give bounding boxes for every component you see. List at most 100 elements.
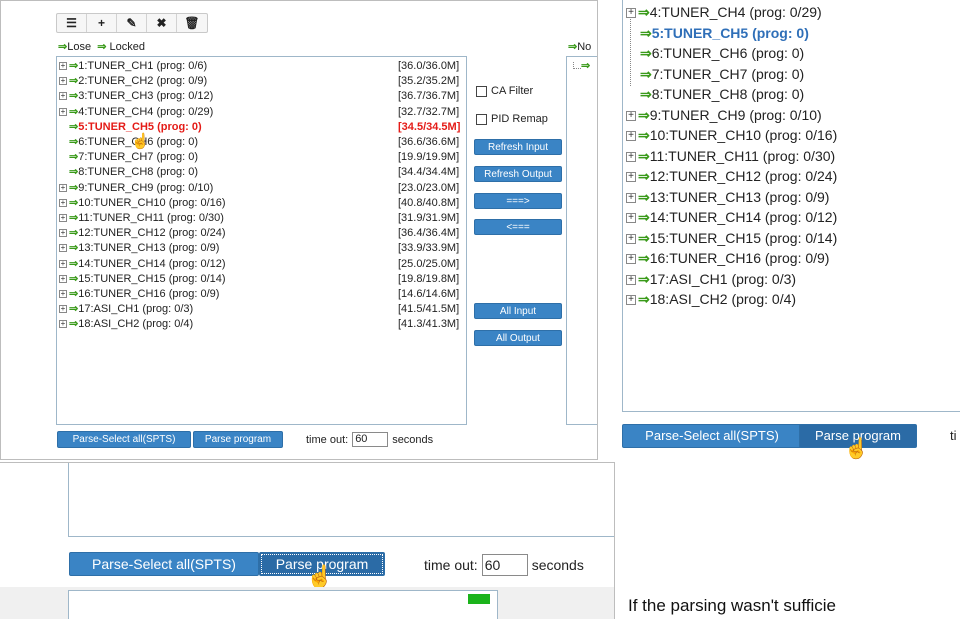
locked-arrow-icon: ⇒ bbox=[638, 127, 650, 143]
locked-arrow-icon: ⇒ bbox=[69, 212, 79, 224]
expand-icon[interactable]: + bbox=[59, 320, 67, 329]
expand-icon[interactable]: + bbox=[626, 274, 636, 285]
channel-bitrate: [40.8/40.8M] bbox=[398, 196, 460, 209]
zoomed-tree-box-bottom[interactable] bbox=[68, 463, 614, 537]
channel-name: 8:TUNER_CH8 (prog: 0) bbox=[651, 86, 805, 102]
channel-row[interactable]: + ⇒15:TUNER_CH15 (prog: 0/14) bbox=[626, 230, 837, 247]
channel-row[interactable]: ⇒7:TUNER_CH7 (prog: 0) bbox=[640, 66, 804, 83]
expand-icon[interactable]: + bbox=[626, 254, 636, 265]
refresh-input-button[interactable]: Refresh Input bbox=[474, 139, 562, 155]
all-input-button[interactable]: All Input bbox=[474, 303, 562, 319]
delete-x-icon[interactable]: ✖ bbox=[147, 14, 177, 32]
channel-row[interactable]: ⇒6:TUNER_CH6 (prog: 0) bbox=[640, 45, 804, 62]
locked-arrow-icon: ⇒ bbox=[638, 147, 650, 164]
expand-icon[interactable]: + bbox=[59, 92, 67, 101]
edit-icon[interactable]: ✎ bbox=[117, 14, 147, 32]
parse-select-all-button[interactable]: Parse-Select all(SPTS) bbox=[57, 431, 191, 448]
parse-select-all-button[interactable]: Parse-Select all(SPTS) bbox=[69, 552, 259, 576]
refresh-output-button[interactable]: Refresh Output bbox=[474, 166, 562, 182]
channel-name: 11:TUNER_CH11 (prog: 0/30) bbox=[78, 212, 224, 224]
channel-bitrate: [36.7/36.7M] bbox=[398, 90, 460, 103]
channel-row[interactable]: + ⇒11:TUNER_CH11 (prog: 0/30) bbox=[626, 148, 835, 165]
timeout-setting: time out: 60 seconds bbox=[424, 553, 584, 577]
channel-row[interactable]: + ⇒16:TUNER_CH16 (prog: 0/9) bbox=[59, 287, 219, 301]
parse-select-all-button[interactable]: Parse-Select all(SPTS) bbox=[622, 424, 802, 448]
expand-icon[interactable]: + bbox=[59, 305, 67, 314]
expand-icon[interactable]: + bbox=[626, 213, 636, 224]
channel-bitrate: [19.9/19.9M] bbox=[398, 151, 460, 164]
channel-row[interactable]: + ⇒4:TUNER_CH4 (prog: 0/29) bbox=[626, 4, 822, 21]
seconds-label: seconds bbox=[531, 557, 584, 573]
expand-icon[interactable]: + bbox=[59, 229, 67, 238]
timeout-input[interactable]: 60 bbox=[481, 554, 528, 576]
channel-row[interactable]: + ⇒2:TUNER_CH2 (prog: 0/9) bbox=[59, 74, 207, 88]
expand-icon[interactable]: + bbox=[59, 77, 67, 86]
parse-program-button[interactable]: Parse program bbox=[193, 431, 283, 448]
channel-row[interactable]: + ⇒17:ASI_CH1 (prog: 0/3) bbox=[59, 302, 193, 316]
channel-row[interactable]: + ⇒18:ASI_CH2 (prog: 0/4) bbox=[626, 291, 796, 308]
pid-remap-checkbox[interactable] bbox=[476, 113, 487, 125]
expand-icon[interactable]: + bbox=[59, 183, 67, 192]
pid-remap-option[interactable]: PID Remap bbox=[476, 113, 548, 125]
expand-icon[interactable]: + bbox=[626, 172, 636, 183]
locked-arrow-icon: ⇒ bbox=[69, 227, 79, 240]
expand-icon[interactable]: + bbox=[626, 295, 636, 306]
channel-bitrate: [35.2/35.2M] bbox=[398, 75, 460, 88]
expand-icon[interactable]: + bbox=[59, 62, 67, 71]
channel-row[interactable]: ⇒8:TUNER_CH8 (prog: 0) bbox=[69, 165, 198, 179]
expand-icon[interactable]: + bbox=[59, 198, 67, 207]
channel-row[interactable]: + ⇒3:TUNER_CH3 (prog: 0/12) bbox=[59, 89, 213, 103]
channel-row[interactable]: + ⇒15:TUNER_CH15 (prog: 0/14) bbox=[59, 272, 226, 286]
expand-icon[interactable]: + bbox=[59, 259, 67, 268]
expand-icon[interactable]: + bbox=[626, 8, 636, 19]
move-right-button[interactable]: ===> bbox=[474, 193, 562, 209]
channel-row[interactable]: + ⇒17:ASI_CH1 (prog: 0/3) bbox=[626, 271, 796, 288]
channel-row[interactable]: + ⇒10:TUNER_CH10 (prog: 0/16) bbox=[626, 127, 837, 144]
channel-row[interactable]: + ⇒14:TUNER_CH14 (prog: 0/12) bbox=[59, 257, 226, 271]
channel-name: 11:TUNER_CH11 (prog: 0/30) bbox=[649, 147, 836, 164]
channel-row[interactable]: + ⇒9:TUNER_CH9 (prog: 0/10) bbox=[626, 107, 822, 124]
channel-row[interactable]: + ⇒18:ASI_CH2 (prog: 0/4) bbox=[59, 317, 193, 331]
locked-arrow-icon: ⇒ bbox=[638, 168, 650, 184]
output-tree-branch: ⇒ bbox=[573, 59, 590, 72]
channel-row[interactable]: ⇒5:TUNER_CH5 (prog: 0) bbox=[640, 25, 809, 42]
channel-row[interactable]: + ⇒1:TUNER_CH1 (prog: 0/6) bbox=[59, 59, 207, 73]
channel-bitrate: [41.5/41.5M] bbox=[398, 303, 460, 316]
expand-icon[interactable]: + bbox=[59, 214, 67, 223]
expand-icon[interactable]: + bbox=[59, 107, 67, 116]
trash-icon[interactable]: 🗑 bbox=[177, 14, 207, 32]
add-icon[interactable]: + bbox=[87, 14, 117, 32]
expand-icon[interactable]: + bbox=[626, 151, 636, 162]
ca-filter-option[interactable]: CA Filter bbox=[476, 85, 533, 97]
channel-name: 4:TUNER_CH4 (prog: 0/29) bbox=[649, 4, 822, 20]
output-legend: ⇒No bbox=[568, 40, 591, 53]
locked-arrow-icon: ⇒ bbox=[69, 105, 79, 118]
expand-icon[interactable]: + bbox=[59, 274, 67, 283]
channel-row[interactable]: + ⇒16:TUNER_CH16 (prog: 0/9) bbox=[626, 250, 829, 267]
channel-row[interactable]: + ⇒13:TUNER_CH13 (prog: 0/9) bbox=[626, 189, 829, 206]
channel-row[interactable]: + ⇒10:TUNER_CH10 (prog: 0/16) bbox=[59, 196, 226, 210]
expand-icon[interactable]: + bbox=[626, 192, 636, 203]
channel-row[interactable]: + ⇒9:TUNER_CH9 (prog: 0/10) bbox=[59, 181, 213, 195]
channel-row[interactable]: + ⇒14:TUNER_CH14 (prog: 0/12) bbox=[626, 209, 837, 226]
channel-row[interactable]: + ⇒12:TUNER_CH12 (prog: 0/24) bbox=[59, 226, 226, 240]
channel-row[interactable]: + ⇒4:TUNER_CH4 (prog: 0/29) bbox=[59, 105, 213, 119]
move-left-button[interactable]: <=== bbox=[474, 219, 562, 235]
channel-row[interactable]: ⇒8:TUNER_CH8 (prog: 0) bbox=[640, 86, 804, 103]
channel-row[interactable]: + ⇒11:TUNER_CH11 (prog: 0/30) bbox=[59, 211, 224, 225]
channel-row[interactable]: + ⇒12:TUNER_CH12 (prog: 0/24) bbox=[626, 168, 837, 185]
all-output-button[interactable]: All Output bbox=[474, 330, 562, 346]
expand-icon[interactable]: + bbox=[626, 233, 636, 244]
output-channel-tree[interactable]: ⇒ bbox=[566, 56, 597, 425]
channel-row[interactable]: + ⇒13:TUNER_CH13 (prog: 0/9) bbox=[59, 241, 219, 255]
ca-filter-checkbox[interactable] bbox=[476, 85, 487, 97]
expand-icon[interactable]: + bbox=[626, 110, 636, 121]
expand-icon[interactable]: + bbox=[59, 244, 67, 253]
locked-arrow-icon: ⇒ bbox=[69, 120, 79, 133]
channel-name: 14:TUNER_CH14 (prog: 0/12) bbox=[649, 209, 838, 225]
expand-icon[interactable]: + bbox=[626, 131, 636, 142]
timeout-input[interactable]: 60 bbox=[352, 432, 389, 447]
channel-row[interactable]: ⇒7:TUNER_CH7 (prog: 0) bbox=[69, 150, 198, 164]
expand-icon[interactable]: + bbox=[59, 290, 67, 299]
list-icon[interactable]: ☰ bbox=[57, 14, 87, 32]
